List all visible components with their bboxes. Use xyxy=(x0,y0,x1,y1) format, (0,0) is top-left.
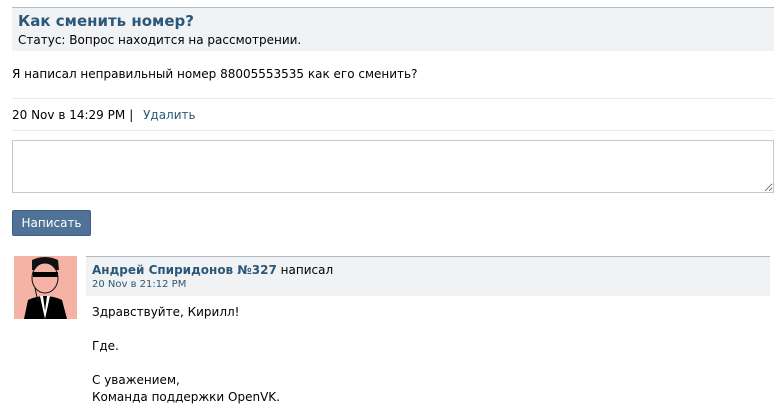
comment-line: Команда поддержки OpenVK. xyxy=(92,390,280,404)
author-line: Андрей Спиридонов №327 написал xyxy=(92,263,333,277)
comment-date: 20 Nov в 21:12 PM xyxy=(92,279,187,290)
author-avatar[interactable] xyxy=(14,256,77,319)
author-action: написал xyxy=(280,263,334,277)
meta-separator: | xyxy=(129,108,134,122)
ticket-status: Статус: Вопрос находится на рассмотрении… xyxy=(18,33,302,47)
ticket-date: 20 Nov в 14:29 PM xyxy=(12,108,126,122)
ticket-meta: 20 Nov в 14:29 PM | Удалить xyxy=(12,108,196,122)
delete-link[interactable]: Удалить xyxy=(143,108,196,122)
ticket-title: Как сменить номер? xyxy=(18,12,194,30)
man-in-suit-sunglasses-icon xyxy=(14,256,77,319)
comment-line: Здравствуйте, Кирилл! xyxy=(92,305,240,319)
question-text: Я написал неправильный номер 88005553535… xyxy=(12,67,418,81)
comment-line: Где. xyxy=(92,339,119,353)
submit-button[interactable]: Написать xyxy=(12,210,91,236)
author-name[interactable]: Андрей Спиридонов №327 xyxy=(92,263,277,277)
comment-header: Андрей Спиридонов №327 написал 20 Nov в … xyxy=(86,256,770,296)
reply-textarea[interactable] xyxy=(12,140,774,193)
comment-body: Здравствуйте, Кирилл! Где. С уважением, … xyxy=(92,304,280,406)
comment-line: С уважением, xyxy=(92,373,180,387)
divider xyxy=(12,130,774,131)
ticket-header: Как сменить номер? Статус: Вопрос находи… xyxy=(12,7,774,51)
divider xyxy=(12,98,774,99)
